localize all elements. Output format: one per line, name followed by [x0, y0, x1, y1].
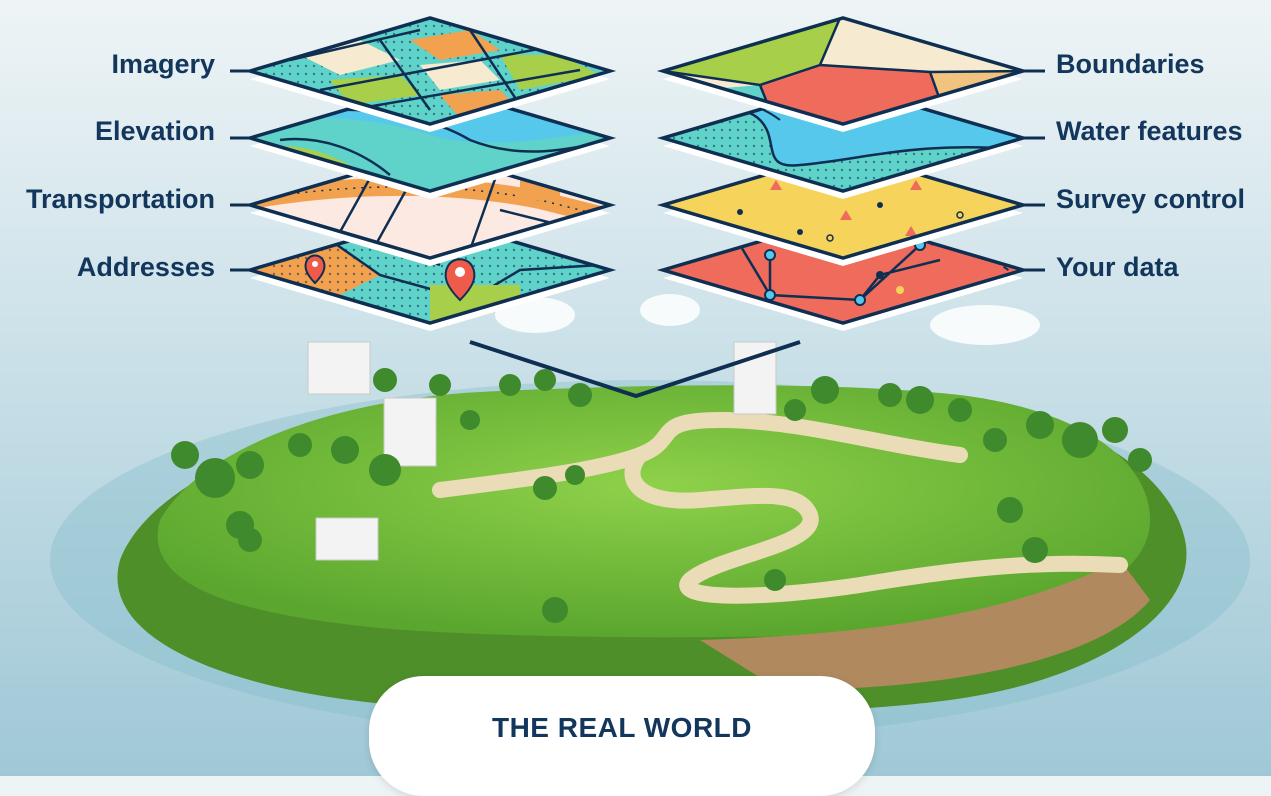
building [307, 341, 371, 395]
layer-boundaries [656, 16, 1030, 132]
label-boundaries: Boundaries [1056, 49, 1205, 79]
label-elevation: Elevation [94, 116, 215, 146]
label-transportation: Transportation [25, 184, 215, 214]
label-addresses: Addresses [76, 252, 215, 282]
label-survey-control: Survey control [1056, 184, 1246, 214]
layer-imagery [243, 16, 617, 132]
label-water-features: Water features [1056, 116, 1243, 146]
building [315, 517, 379, 561]
real-world-badge: THE REAL WORLD [369, 676, 875, 796]
label-your-data: Your data [1056, 252, 1179, 282]
label-imagery: Imagery [111, 49, 215, 79]
real-world-label: THE REAL WORLD [491, 712, 753, 743]
